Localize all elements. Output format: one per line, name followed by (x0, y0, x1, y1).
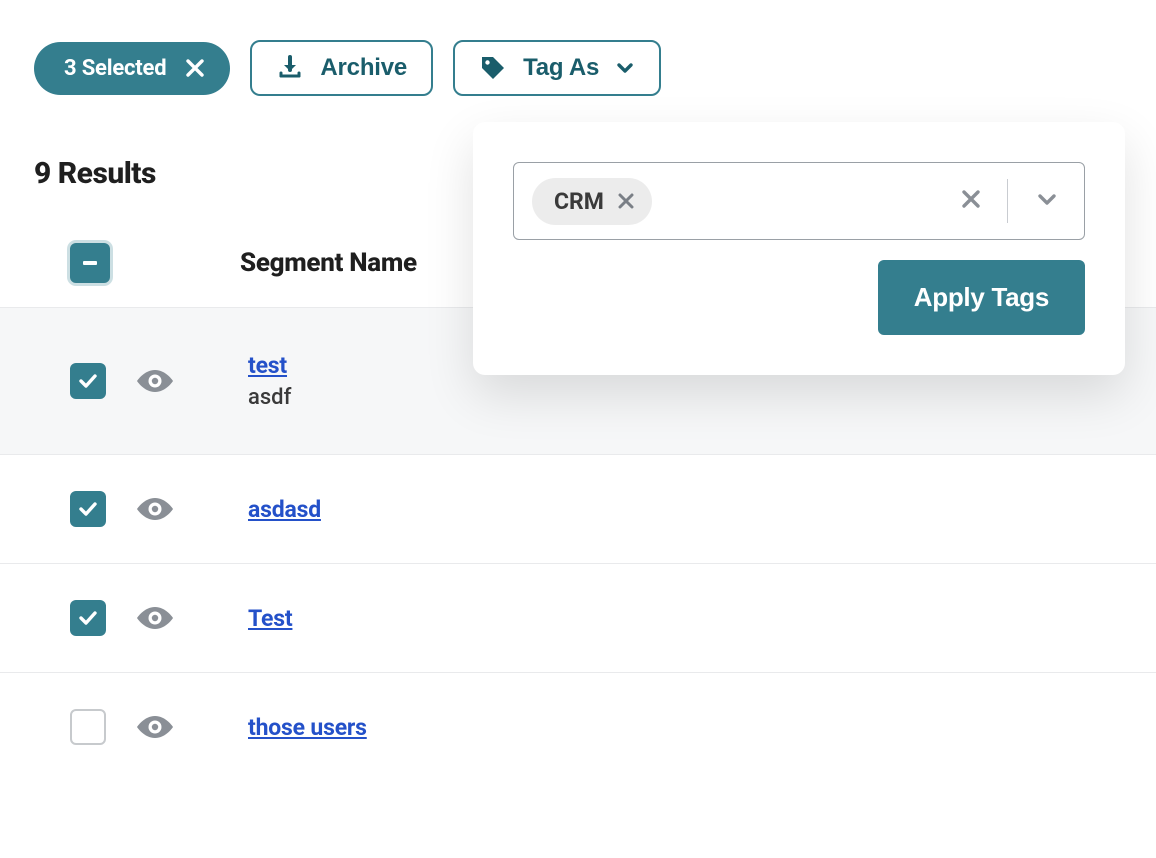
select-all-checkbox[interactable] (70, 243, 110, 283)
table-row: those users (0, 673, 1156, 781)
download-icon (276, 54, 304, 82)
tag-input[interactable]: CRM (513, 162, 1085, 240)
table-row: Test (0, 564, 1156, 673)
tag-popover: CRM Apply Tags (473, 122, 1125, 375)
segment-name-cell: Test (248, 605, 292, 632)
remove-tag-icon[interactable] (618, 193, 634, 209)
apply-tags-button[interactable]: Apply Tags (878, 260, 1085, 335)
segment-link[interactable]: Test (248, 605, 292, 632)
segment-link[interactable]: test (248, 352, 291, 379)
visibility-icon[interactable] (134, 604, 176, 632)
tag-as-label: Tag As (523, 54, 599, 82)
tag-as-button[interactable]: Tag As (453, 40, 661, 96)
segment-link[interactable]: asdasd (248, 496, 321, 523)
apply-row: Apply Tags (513, 260, 1085, 335)
separator (1007, 179, 1008, 223)
tag-chip: CRM (532, 178, 652, 225)
archive-button[interactable]: Archive (250, 40, 433, 96)
segment-name-cell: test asdf (248, 352, 291, 410)
row-checkbox[interactable] (70, 363, 106, 399)
chevron-down-icon (615, 58, 635, 78)
archive-label: Archive (320, 54, 407, 82)
segment-sub: asdf (248, 385, 291, 410)
selected-pill: 3 Selected (34, 42, 230, 95)
clear-tags-icon[interactable] (945, 189, 997, 213)
selected-count-label: 3 Selected (64, 56, 166, 81)
toolbar: 3 Selected Archive Tag As (0, 0, 1156, 96)
row-checkbox[interactable] (70, 491, 106, 527)
row-checkbox[interactable] (70, 600, 106, 636)
segment-name-cell: asdasd (248, 496, 321, 523)
row-checkbox[interactable] (70, 709, 106, 745)
tag-icon (479, 54, 507, 82)
column-segment-name: Segment Name (240, 248, 417, 278)
visibility-icon[interactable] (134, 713, 176, 741)
segment-name-cell: those users (248, 714, 367, 741)
clear-selection-icon[interactable] (186, 59, 204, 77)
segment-link[interactable]: those users (248, 714, 367, 741)
visibility-icon[interactable] (134, 495, 176, 523)
tag-dropdown-icon[interactable] (1018, 188, 1076, 214)
table-row: asdasd (0, 455, 1156, 564)
tag-chip-label: CRM (554, 188, 604, 215)
visibility-icon[interactable] (134, 367, 176, 395)
